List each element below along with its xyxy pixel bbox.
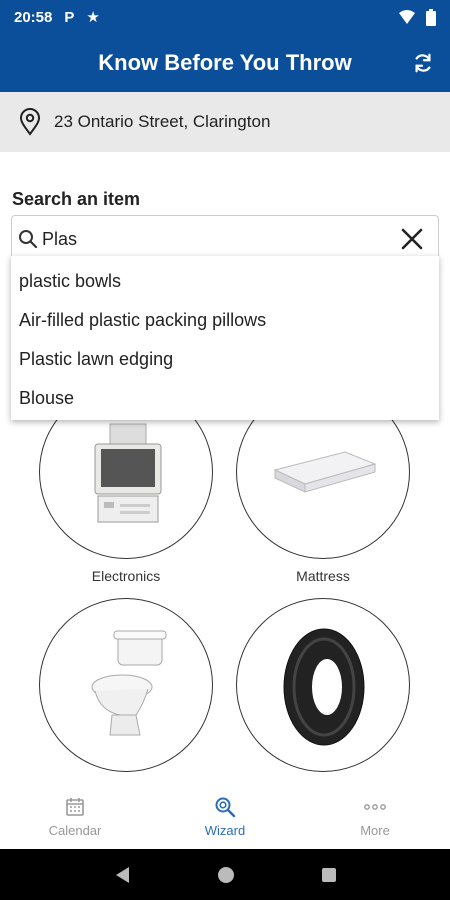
parking-icon: P (64, 8, 75, 26)
wifi-icon (399, 10, 415, 24)
star-icon: ★ (86, 9, 100, 26)
app-title: Know Before You Throw (98, 50, 352, 75)
bottom-navigation: Calendar Wizard More (0, 783, 450, 849)
search-label: Search an item (12, 189, 141, 209)
system-navigation-bar (0, 849, 450, 900)
app-bar: Know Before You Throw (0, 34, 450, 92)
more-dots-icon (364, 795, 386, 819)
battery-icon (426, 8, 436, 26)
back-icon[interactable] (113, 865, 131, 885)
calendar-icon (65, 795, 85, 819)
address-bar[interactable]: 23 Ontario Street, Clarington (0, 92, 450, 152)
address-text: 23 Ontario Street, Clarington (54, 112, 271, 131)
nav-wizard[interactable]: Wizard (150, 783, 300, 849)
home-icon[interactable] (216, 865, 236, 885)
toilet-image (91, 630, 167, 736)
category-label: Electronics (91, 568, 161, 584)
suggestion-item[interactable]: Air-filled plastic packing pillows (11, 301, 439, 340)
recents-icon[interactable] (321, 867, 337, 883)
nav-more[interactable]: More (300, 783, 450, 849)
search-value: Plas (42, 228, 78, 249)
refresh-icon[interactable] (408, 48, 438, 78)
wizard-search-icon (214, 795, 236, 819)
nav-label: Wizard (204, 822, 246, 838)
category-toilet[interactable] (39, 598, 213, 772)
close-icon[interactable] (398, 225, 426, 253)
suggestion-item[interactable]: plastic bowls (11, 262, 439, 301)
category-tire[interactable] (236, 598, 410, 772)
nav-label: Calendar (48, 822, 102, 838)
status-bar: 20:58 P ★ (0, 0, 450, 34)
tire-image (283, 628, 365, 746)
status-time: 20:58 (14, 8, 53, 26)
suggestion-item[interactable]: Blouse (11, 379, 439, 418)
nav-label: More (360, 822, 390, 838)
location-pin-icon (19, 108, 41, 136)
suggestion-item[interactable]: Plastic lawn edging (11, 340, 439, 379)
search-icon (19, 230, 38, 249)
suggestions-dropdown: plastic bowls Air-filled plastic packing… (11, 256, 439, 420)
nav-calendar[interactable]: Calendar (0, 783, 150, 849)
category-label: Mattress (296, 568, 350, 584)
